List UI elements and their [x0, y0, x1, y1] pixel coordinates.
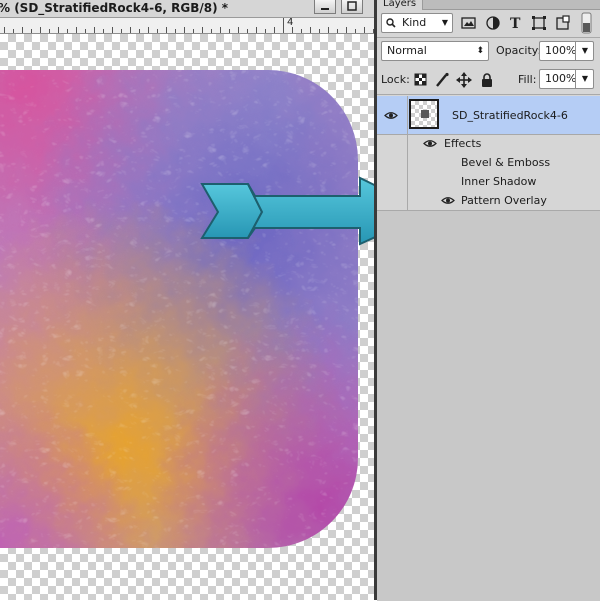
effect-row-inner-shadow[interactable]: Inner Shadow: [407, 172, 600, 191]
ruler-tick: [274, 27, 275, 33]
opacity-label: Opacity:: [496, 44, 542, 57]
lock-position-icon[interactable]: [456, 72, 472, 88]
image-filter-icon[interactable]: [461, 15, 477, 31]
document-title: % (SD_StratifiedRock4-6, RGB/8) *: [0, 1, 229, 15]
ruler-tick: [139, 29, 140, 33]
ruler-tick: [193, 29, 194, 33]
ruler-tick: [256, 27, 257, 33]
ruler-tick: [13, 29, 14, 33]
ruler-tick: [220, 27, 221, 33]
ruler-tick: [211, 29, 212, 33]
ruler-tick: [76, 27, 77, 33]
effect-row-bevel-emboss[interactable]: Bevel & Emboss: [407, 153, 600, 172]
ruler-tick: [265, 29, 266, 33]
fill-label: Fill:: [518, 73, 537, 86]
ruler-tick: [328, 27, 329, 33]
effects-row[interactable]: Effects: [407, 134, 600, 153]
ruler-tick: [247, 29, 248, 33]
opacity-value: 100%: [545, 44, 577, 57]
ruler-label: 4: [287, 17, 294, 28]
ruler-tick: [238, 27, 239, 33]
ruler-tick: [103, 29, 104, 33]
effect-label: Pattern Overlay: [461, 194, 547, 207]
ruler-tick: [319, 29, 320, 33]
ruler-tick: [355, 29, 356, 33]
type-filter-icon[interactable]: T: [508, 15, 524, 31]
ruler-tick: [49, 29, 50, 33]
layer-name[interactable]: SD_StratifiedRock4-6: [452, 109, 568, 122]
chevron-down-icon: ▼: [581, 74, 588, 83]
ruler-tick: [157, 29, 158, 33]
smart-object-filter-icon[interactable]: [555, 15, 571, 31]
chevron-updown-icon: ⬍: [476, 46, 484, 56]
document-title-bar[interactable]: % (SD_StratifiedRock4-6, RGB/8) *: [0, 0, 374, 18]
chevron-down-icon: ▼: [581, 46, 588, 55]
ruler-tick: [58, 27, 59, 33]
ruler-tick: [148, 27, 149, 33]
ruler-tick: [130, 27, 131, 33]
effects-label: Effects: [444, 137, 482, 150]
arrow-shape: [200, 176, 374, 246]
blend-mode-value: Normal: [387, 44, 427, 57]
ruler-tick: [31, 29, 32, 33]
ruler-tick: [184, 27, 185, 33]
eye-icon[interactable]: [441, 196, 455, 205]
ruler-tick: [166, 27, 167, 33]
effect-label: Bevel & Emboss: [461, 156, 551, 169]
ruler-tick: [67, 29, 68, 33]
ruler-tick: [4, 27, 5, 33]
lock-image-pixels-icon[interactable]: [434, 72, 450, 88]
ruler-tick: [301, 29, 302, 33]
lock-label: Lock:: [381, 73, 410, 86]
ruler-tick: [310, 27, 311, 33]
ruler-tick: [364, 27, 365, 33]
minimize-icon: [321, 8, 329, 10]
ruler-tick: [283, 18, 284, 33]
shape-filter-icon[interactable]: [531, 15, 547, 31]
visibility-column: [377, 96, 408, 210]
blend-mode-dropdown[interactable]: Normal ⬍: [381, 41, 489, 61]
maximize-button[interactable]: [341, 0, 363, 14]
effect-label: Inner Shadow: [461, 175, 537, 188]
filter-kind-label: Kind: [402, 16, 427, 29]
ruler-tick: [202, 27, 203, 33]
horizontal-ruler[interactable]: 4: [0, 17, 374, 34]
ruler-tick: [346, 27, 347, 33]
fill-field[interactable]: 100% ▼: [539, 69, 594, 89]
tab-layers[interactable]: Layers: [377, 0, 423, 10]
stratified-rock-artwork: [0, 70, 358, 548]
minimize-button[interactable]: [314, 0, 336, 14]
chevron-down-icon: ▼: [441, 18, 448, 27]
layers-panel: Layers Kind ▼ T Normal ⬍ Opacity: 100% ▼…: [377, 0, 600, 601]
search-icon: [386, 18, 396, 28]
ruler-tick: [94, 27, 95, 33]
ruler-tick: [229, 29, 230, 33]
ruler-tick: [22, 27, 23, 33]
maximize-icon: [347, 1, 357, 11]
filter-kind-dropdown[interactable]: Kind ▼: [381, 13, 453, 33]
svg-text:T: T: [510, 16, 521, 31]
ruler-tick: [112, 27, 113, 33]
filter-toggle-switch[interactable]: [581, 12, 593, 34]
layer-row[interactable]: SD_StratifiedRock4-6: [377, 96, 600, 135]
document-window[interactable]: % (SD_StratifiedRock4-6, RGB/8) * 4: [0, 0, 374, 600]
layer-thumbnail[interactable]: [409, 99, 439, 129]
lock-all-icon[interactable]: [479, 72, 495, 88]
eye-icon[interactable]: [423, 139, 437, 148]
panel-tab-bar: Layers: [377, 0, 600, 10]
ruler-tick: [40, 27, 41, 33]
ruler-tick: [85, 29, 86, 33]
fill-value: 100%: [545, 72, 577, 85]
layers-list-empty-area[interactable]: [377, 210, 600, 601]
lock-transparent-pixels-icon[interactable]: [413, 72, 429, 88]
ruler-tick: [337, 29, 338, 33]
canvas[interactable]: [0, 34, 374, 600]
adjustment-filter-icon[interactable]: [485, 15, 501, 31]
ruler-tick: [175, 29, 176, 33]
opacity-field[interactable]: 100% ▼: [539, 41, 594, 61]
ruler-tick: [121, 29, 122, 33]
effect-row-pattern-overlay[interactable]: Pattern Overlay: [407, 191, 600, 210]
